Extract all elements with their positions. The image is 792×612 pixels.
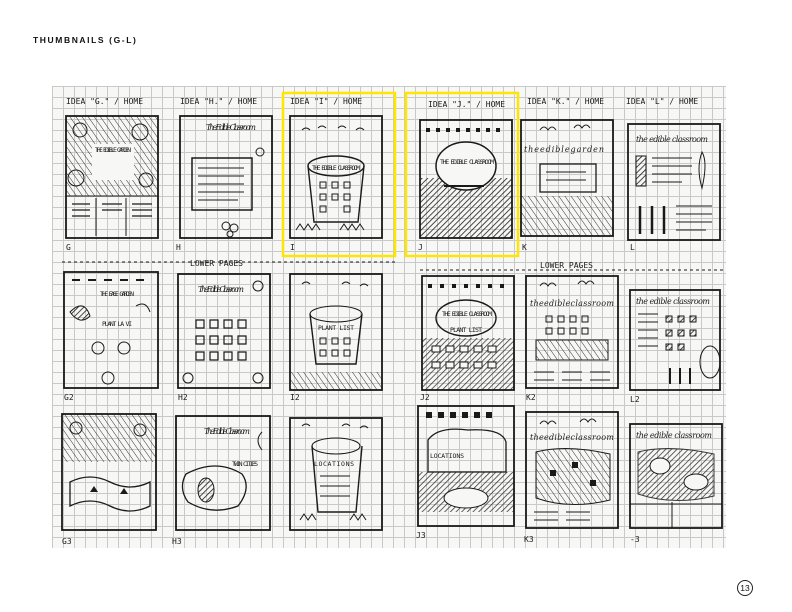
thumb-k: theediblegarden [520, 119, 614, 237]
id-k2: K2 [526, 393, 536, 402]
l-title: the edible classroom [636, 135, 708, 144]
g2-title: THE EASE GARDEN [100, 290, 134, 298]
thumb-l: the edible classroom [627, 123, 721, 241]
thumb-i: THE EDIBLE CLASSROOM [289, 115, 383, 239]
k3-title: theedibleclassroom [530, 433, 614, 442]
l2-title: the edible classroom [636, 297, 710, 306]
thumb-g: THE EDIBLE GARDEN [65, 115, 159, 239]
id-k3: K3 [524, 535, 534, 544]
id-h3: H3 [172, 537, 182, 546]
j3-sub: LOCATIONS [430, 452, 464, 460]
h3-title: The Edible Classroom [204, 427, 250, 436]
page-number: 13 [737, 580, 753, 596]
id-g2: G2 [64, 393, 74, 402]
thumb-h3: The Edible Classroom TWIN CITIES [175, 415, 271, 531]
thumb-j3: LOCATIONS [417, 405, 515, 527]
id-l3: -3 [630, 535, 640, 544]
label-idea-i: IDEA "I" / HOME [290, 97, 362, 106]
label-idea-h: IDEA "H." / HOME [180, 97, 257, 106]
k2-title: theedibleclassroom [530, 299, 614, 308]
thumb-g3 [61, 413, 157, 531]
thumb-k2: theedibleclassroom [525, 275, 619, 389]
thumb-j2: THE EDIBLE CLASSROOM PLANT LIST [421, 275, 515, 391]
label-idea-k: IDEA "K." / HOME [527, 97, 604, 106]
j2-sub: PLANT LIST [450, 326, 482, 334]
label-idea-g: IDEA "G." / HOME [66, 97, 143, 106]
id-h: H [176, 243, 181, 252]
thumb-h: The Edible Classroom [179, 115, 273, 239]
i2-banner: PLANT LIST [318, 324, 354, 332]
id-l2: L2 [630, 395, 640, 404]
thumb-l2: the edible classroom [629, 289, 721, 391]
h3-sub: TWIN CITIES [232, 460, 258, 468]
id-k: K [522, 243, 527, 252]
id-j2: J2 [420, 393, 430, 402]
thumbnail-sketches: IDEA "G." / HOME IDEA "H." / HOME IDEA "… [61, 91, 726, 546]
thumb-g2: THE EASE GARDEN PLANT LA VI [63, 271, 159, 389]
thumb-l3: the edible classroom [629, 423, 723, 529]
id-l: L [630, 243, 635, 252]
j-title: THE EDIBLE CLASSROOM [440, 158, 494, 166]
id-g: G [66, 243, 71, 252]
highlight-idea-i [281, 91, 397, 258]
lower-pages-label-right: LOWER PAGES [540, 261, 593, 270]
thumb-i3: LOCATIONS [289, 417, 383, 531]
thumb-h2: The Edible Classroom [177, 273, 271, 389]
h2-title: The Edible Classroom [198, 285, 244, 294]
id-j3: J3 [416, 531, 426, 540]
label-idea-j: IDEA "J." / HOME [428, 100, 505, 109]
id-h2: H2 [178, 393, 188, 402]
i-banner: THE EDIBLE CLASSROOM [312, 164, 360, 172]
g-title: THE EDIBLE GARDEN [95, 146, 131, 154]
id-j: J [418, 243, 423, 252]
lower-pages-label-left: LOWER PAGES [190, 259, 243, 268]
i3-banner: LOCATIONS [314, 460, 354, 468]
id-i: I [290, 243, 295, 252]
h-title: The Edible Classroom [206, 123, 256, 132]
l3-title: the edible classroom [636, 431, 712, 440]
id-i2: I2 [290, 393, 300, 402]
id-g3: G3 [62, 537, 72, 546]
thumb-i2: PLANT LIST [289, 273, 383, 391]
k-title: theediblegarden [524, 145, 604, 154]
label-idea-l: IDEA "L" / HOME [626, 97, 698, 106]
thumb-k3: theedibleclassroom [525, 411, 619, 529]
g2-sub: PLANT LA VI [102, 320, 132, 328]
thumb-j: THE EDIBLE CLASSROOM [419, 119, 513, 239]
j2-title: THE EDIBLE CLASSROOM [442, 310, 492, 318]
